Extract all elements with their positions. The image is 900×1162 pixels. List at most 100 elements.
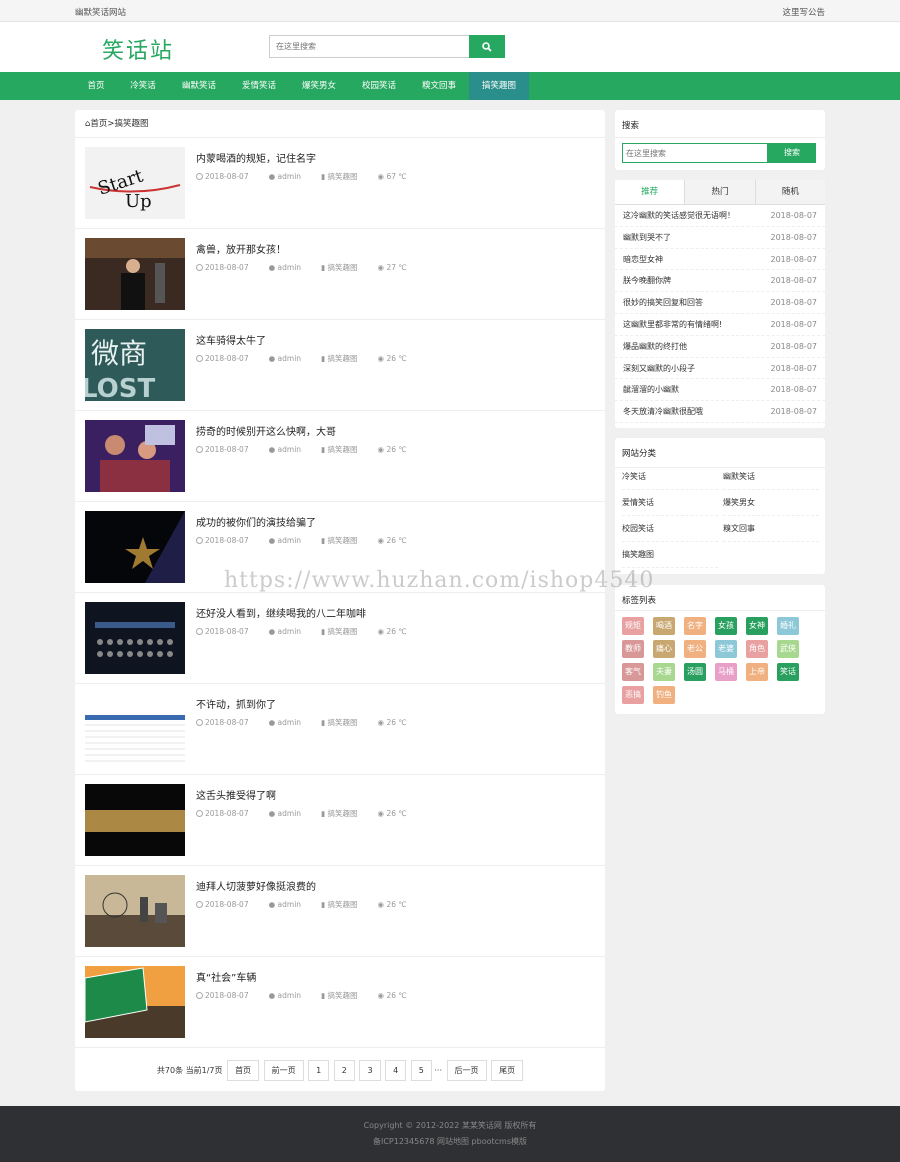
tag-4[interactable]: 女神 xyxy=(746,617,768,635)
tab-recommended[interactable]: 推荐 xyxy=(615,180,685,204)
list-item: 微商 LOST 这车骑得太牛了 2018-08-07 ● admin ▮ 搞笑趣图 ◉ … xyxy=(75,320,605,411)
post-thumbnail-start-up[interactable]: Start Up xyxy=(85,147,185,219)
list-item[interactable]: 龇溜溜的小幽默 2018-08-07 xyxy=(615,379,825,402)
svg-text:Up: Up xyxy=(125,191,152,212)
tag-17[interactable]: 笑话 xyxy=(777,663,799,681)
page-next[interactable]: 后一页 xyxy=(446,1060,487,1081)
page-last[interactable]: 尾页 xyxy=(491,1060,524,1081)
tag-14[interactable]: 汤圆 xyxy=(684,663,706,681)
page-2[interactable]: 2 xyxy=(333,1060,355,1081)
category-link[interactable]: 冷笑话 xyxy=(622,464,718,490)
tag-18[interactable]: 恶搞 xyxy=(622,686,644,704)
list-item[interactable]: 暗恋型女神 2018-08-07 xyxy=(615,249,825,271)
nav-item-humor[interactable]: 幽默笑话 xyxy=(169,72,229,100)
post-title[interactable]: 这舌头推受得了啊 xyxy=(196,787,276,802)
post-thumbnail[interactable] xyxy=(85,602,185,674)
list-item[interactable]: 爆品幽默的终打他 2018-08-07 xyxy=(615,336,825,358)
tag-9[interactable]: 老婆 xyxy=(715,640,737,658)
top-bar: 幽默笑话网站 这里写公告 xyxy=(0,0,900,22)
tag-12[interactable]: 客气 xyxy=(622,663,644,681)
notice-link[interactable]: 这里写公告 xyxy=(782,6,825,18)
tag-8[interactable]: 老公 xyxy=(684,640,706,658)
post-thumbnail[interactable] xyxy=(85,511,185,583)
tag-16[interactable]: 上帝 xyxy=(746,663,768,681)
nav-item-home[interactable]: 首页 xyxy=(75,72,117,100)
nav-item-love[interactable]: 爱情笑话 xyxy=(229,72,289,100)
post-thumbnail[interactable]: 微商 LOST xyxy=(85,329,185,401)
tag-13[interactable]: 夫妻 xyxy=(653,663,675,681)
tag-10[interactable]: 角色 xyxy=(746,640,768,658)
post-thumbnail[interactable] xyxy=(85,784,185,856)
list-item[interactable]: 冬天放清冷幽默很配哦 2018-08-07 xyxy=(615,401,825,423)
post-title[interactable]: 成功的被你们的演技给骗了 xyxy=(196,514,316,529)
tag-0[interactable]: 规矩 xyxy=(622,617,644,635)
post-title[interactable]: 这车骑得太牛了 xyxy=(196,332,266,347)
list-item: Start Up 内蒙喝酒的规矩，记住名字 2018-08-07 ● admin ▮ … xyxy=(75,138,605,229)
post-title[interactable]: 捞奇的时候别开这么快啊，大哥 xyxy=(196,423,336,438)
nav-item-campus[interactable]: 校园笑话 xyxy=(349,72,409,100)
copyright: Copyright © 2012-2022 某某笑话网 版权所有 xyxy=(363,1121,537,1130)
list-item[interactable]: 很妙的搞笑回复和回答 2018-08-07 xyxy=(615,292,825,314)
tab-hot[interactable]: 热门 xyxy=(684,180,755,204)
page-1[interactable]: 1 xyxy=(308,1060,330,1081)
post-title[interactable]: 内蒙喝酒的规矩，记住名字 xyxy=(196,150,316,165)
list-item[interactable]: 幽默到哭不了 2018-08-07 xyxy=(615,227,825,249)
sidebar-tabs-panel: 推荐 热门 随机 这冷幽默的笑话感觉很无语啊！ 2018-08-07 幽默到哭不了… xyxy=(615,180,825,428)
list-item[interactable]: 朕今晚翻你牌 2018-08-07 xyxy=(615,270,825,293)
sidebar-search-button[interactable]: 搜索 xyxy=(768,143,816,163)
category-link[interactable]: 搞笑趣图 xyxy=(622,542,718,568)
post-title[interactable]: 真“社会”车辆 xyxy=(196,969,256,984)
tag-7[interactable]: 痛心 xyxy=(653,640,675,658)
post-meta: 2018-08-07 ● admin ▮ 搞笑趣图 ◉ 67 ℃ xyxy=(196,171,427,182)
list-item[interactable]: 这冷幽默的笑话感觉很无语啊！ 2018-08-07 xyxy=(615,205,825,227)
category-link[interactable]: 糗文回事 xyxy=(723,516,819,542)
clock-icon xyxy=(196,628,203,635)
page-prev[interactable]: 前一页 xyxy=(263,1060,304,1081)
post-thumbnail[interactable] xyxy=(85,238,185,310)
breadcrumb-current[interactable]: 搞笑趣图 xyxy=(115,119,149,129)
post-title[interactable]: 迪拜人切菠萝好像挺浪费的 xyxy=(196,878,316,893)
post-title[interactable]: 还好没人看到，继续喝我的八二年咖啡 xyxy=(196,605,366,620)
nav-item-men-women[interactable]: 爆笑男女 xyxy=(289,72,349,100)
tag-19[interactable]: 钓鱼 xyxy=(653,686,675,704)
header-search-input[interactable] xyxy=(269,35,469,58)
tag-1[interactable]: 喝酒 xyxy=(653,617,675,635)
list-item[interactable]: 这幽默里都非常的有情绪啊! 2018-08-07 xyxy=(615,314,825,336)
category-link[interactable]: 爆笑男女 xyxy=(723,490,819,516)
post-meta: 2018-08-07 ● admin ▮ 搞笑趣图 ◉ 26 ℃ xyxy=(196,353,427,364)
post-title[interactable]: 禽兽，放开那女孩！ xyxy=(196,241,286,256)
clock-icon xyxy=(196,719,203,726)
page-4[interactable]: 4 xyxy=(385,1060,407,1081)
clock-icon xyxy=(196,446,203,453)
header-search-button[interactable] xyxy=(469,35,505,58)
tag-11[interactable]: 武侠 xyxy=(777,640,799,658)
post-thumbnail[interactable] xyxy=(85,875,185,947)
nav-item-stories[interactable]: 糗文回事 xyxy=(409,72,469,100)
footer-links[interactable]: 备ICP12345678 网站地图 pbootcms模版 xyxy=(0,1136,900,1147)
page-5[interactable]: 5 xyxy=(410,1060,432,1081)
category-link[interactable]: 爱情笑话 xyxy=(622,490,718,516)
tag-15[interactable]: 马桶 xyxy=(715,663,737,681)
tag-6[interactable]: 教师 xyxy=(622,640,644,658)
category-link[interactable]: 校园笑话 xyxy=(622,516,718,542)
breadcrumb-home[interactable]: 首页 xyxy=(90,119,107,129)
tab-random[interactable]: 随机 xyxy=(754,180,825,204)
tag-2[interactable]: 名字 xyxy=(684,617,706,635)
tag-5[interactable]: 婚礼 xyxy=(777,617,799,635)
post-thumbnail[interactable] xyxy=(85,420,185,492)
list-item: 这舌头推受得了啊 2018-08-07 ● admin ▮ 搞笑趣图 ◉ 26 ℃ xyxy=(75,775,605,866)
list-item[interactable]: 深刻又幽默的小段子 2018-08-07 xyxy=(615,358,825,380)
category-link[interactable]: 幽默笑话 xyxy=(723,464,819,490)
page-first[interactable]: 首页 xyxy=(227,1060,260,1081)
nav-item-cold-jokes[interactable]: 冷笑话 xyxy=(117,72,169,100)
post-meta: 2018-08-07 ● admin ▮ 搞笑趣图 ◉ 26 ℃ xyxy=(196,626,427,637)
post-thumbnail[interactable] xyxy=(85,966,185,1038)
tag-3[interactable]: 女孩 xyxy=(715,617,737,635)
post-thumbnail[interactable] xyxy=(85,693,185,765)
page-3[interactable]: 3 xyxy=(359,1060,381,1081)
nav-item-funny-pics[interactable]: 搞笑趣图 xyxy=(469,72,529,100)
post-title[interactable]: 不许动，抓到你了 xyxy=(196,696,276,711)
logo[interactable]: 笑话站 xyxy=(102,33,174,65)
sidebar-search-panel: 搜索 搜索 xyxy=(615,110,825,170)
sidebar-search-input[interactable] xyxy=(622,143,768,163)
